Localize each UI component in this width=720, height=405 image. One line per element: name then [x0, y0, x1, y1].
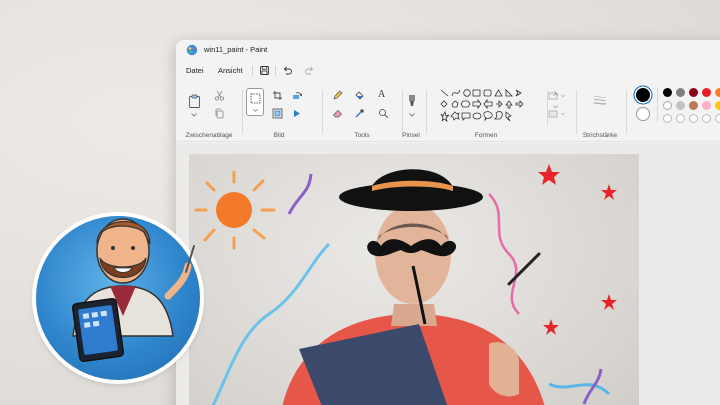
group-label-tools: Tools — [354, 132, 370, 139]
palette-color-orange[interactable] — [715, 88, 720, 97]
palette-color-dark-red[interactable] — [689, 88, 698, 97]
presenter-avatar-badge — [36, 216, 200, 380]
brush-icon[interactable] — [406, 94, 418, 108]
person-neck — [391, 304, 437, 326]
palette-color-brown[interactable] — [689, 101, 698, 110]
menu-bar: Datei Ansicht — [176, 62, 720, 80]
drawing-canvas[interactable] — [189, 154, 639, 405]
palette-color-black[interactable] — [663, 88, 672, 97]
eraser-icon[interactable] — [332, 108, 343, 119]
group-image: Bild — [242, 82, 316, 142]
drawn-squiggle-purple — [287, 173, 313, 215]
resize-icon[interactable] — [272, 108, 283, 119]
palette-custom-slot[interactable] — [676, 114, 685, 123]
palette-color-gray[interactable] — [676, 88, 685, 97]
cut-icon[interactable] — [214, 90, 225, 101]
select-rectangle-icon — [250, 93, 261, 104]
shapes-gallery[interactable] — [440, 88, 540, 128]
menu-separator — [275, 66, 276, 76]
magnifier-icon[interactable] — [378, 108, 389, 119]
crop-icon[interactable] — [272, 90, 283, 101]
text-icon[interactable]: A — [378, 89, 389, 100]
palette-color-red[interactable] — [702, 88, 711, 97]
group-label-image: Bild — [273, 132, 285, 139]
palette-custom-slot[interactable] — [689, 114, 698, 123]
palette-color-gold[interactable] — [715, 101, 720, 110]
menu-separator — [252, 66, 253, 76]
palette-color-light-gray[interactable] — [676, 101, 685, 110]
drawn-sun — [216, 192, 252, 228]
group-clipboard: Zwischenablage — [176, 82, 242, 142]
group-brush: Pinsel — [402, 82, 420, 142]
menu-view[interactable]: Ansicht — [218, 66, 243, 75]
palette-color-pink[interactable] — [702, 101, 711, 110]
fill-bucket-icon[interactable] — [354, 90, 365, 101]
ribbon: Zwischenablage Bild A Tools Pinsel Forme… — [176, 82, 720, 142]
color-picker-icon[interactable] — [354, 108, 365, 119]
pencil-icon[interactable] — [332, 90, 343, 101]
chevron-down-icon[interactable] — [560, 111, 566, 117]
shape-outline-icon[interactable] — [548, 90, 559, 101]
window-title: win11_paint - Paint — [204, 45, 268, 54]
chevron-down-icon[interactable] — [560, 93, 566, 99]
palette-custom-slot[interactable] — [663, 114, 672, 123]
paste-icon[interactable] — [188, 94, 201, 109]
canvas-drawing — [194, 164, 617, 405]
shape-fill-icon[interactable] — [548, 108, 559, 119]
group-stroke-size: Strichstärke — [576, 82, 624, 142]
paint-app-icon — [186, 44, 198, 56]
person-hand — [489, 342, 519, 397]
color-divider — [657, 88, 658, 122]
group-label-shapes: Formen — [474, 132, 498, 139]
palette-custom-slot[interactable] — [702, 114, 711, 123]
canvas-area — [176, 143, 720, 405]
select-button[interactable] — [246, 88, 264, 116]
paint-window: win11_paint - Paint Datei Ansicht Zwisch… — [176, 40, 720, 405]
group-label-stroke-size: Strichstärke — [582, 132, 618, 139]
group-tools: A Tools — [322, 82, 402, 142]
avatar-cartoon — [71, 218, 195, 363]
flip-icon[interactable] — [292, 108, 303, 119]
group-colors — [626, 82, 720, 142]
copy-icon[interactable] — [214, 108, 225, 119]
primary-color-swatch[interactable] — [636, 88, 650, 102]
title-bar: win11_paint - Paint — [176, 40, 720, 60]
drawn-red-stars — [538, 164, 617, 335]
secondary-color-swatch[interactable] — [636, 107, 650, 121]
group-label-brush: Pinsel — [402, 132, 420, 139]
undo-icon[interactable] — [282, 65, 293, 76]
chevron-down-icon — [253, 109, 258, 112]
chevron-down-icon[interactable] — [408, 112, 416, 118]
save-icon[interactable] — [259, 65, 270, 76]
redo-icon[interactable] — [304, 65, 315, 76]
drawn-squiggle-light-blue — [548, 382, 611, 396]
rotate-icon[interactable] — [292, 90, 303, 101]
group-label-clipboard: Zwischenablage — [185, 132, 233, 139]
menu-file[interactable]: Datei — [186, 66, 204, 75]
drawn-squiggle-pink — [488, 193, 520, 315]
palette-custom-slot[interactable] — [715, 114, 720, 123]
palette-color-white[interactable] — [663, 101, 672, 110]
chevron-down-icon[interactable] — [190, 112, 198, 118]
stroke-size-icon[interactable] — [593, 94, 607, 106]
